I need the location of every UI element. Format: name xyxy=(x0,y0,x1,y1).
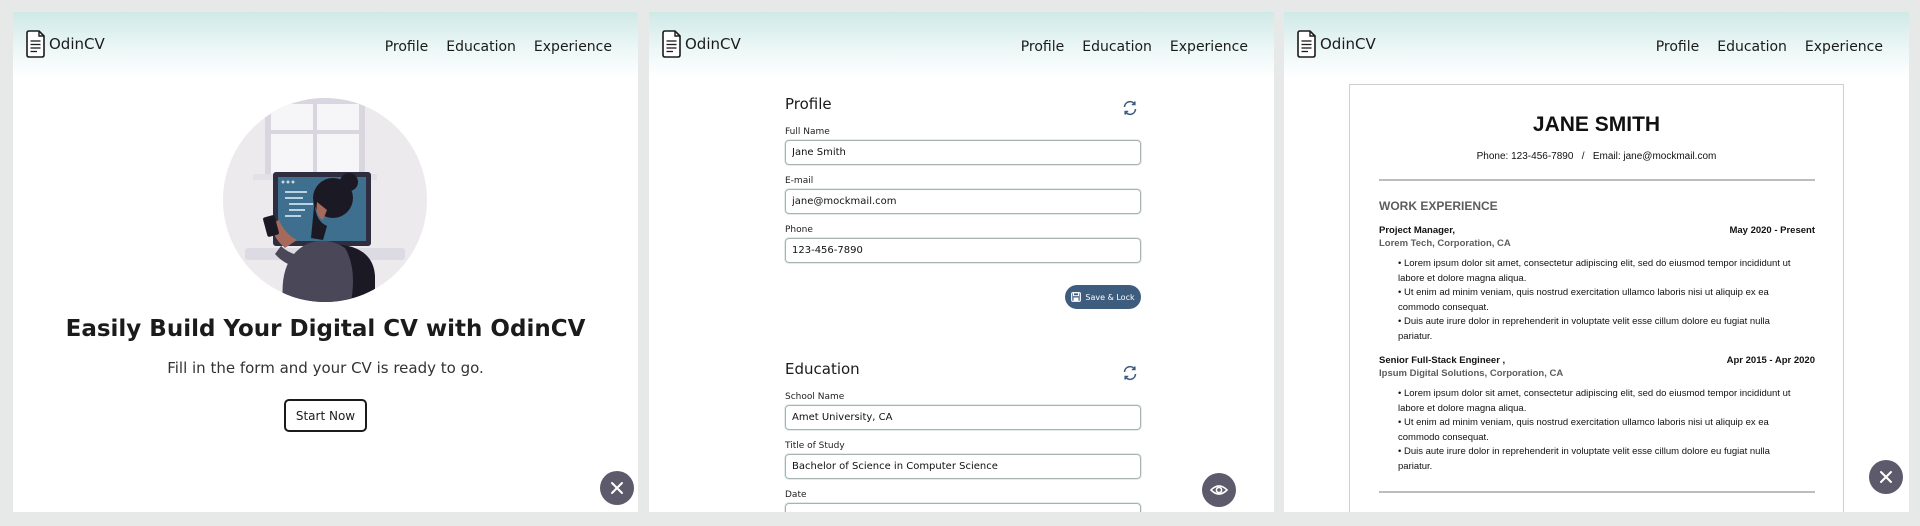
nav-profile[interactable]: Profile xyxy=(385,39,429,55)
logo-text: OdinCV xyxy=(49,35,105,53)
start-now-button[interactable]: Start Now xyxy=(284,399,367,432)
education-form: Education School Name Title of Study Dat… xyxy=(785,360,1141,512)
title-of-study-label: Title of Study xyxy=(785,441,845,451)
nav-education[interactable]: Education xyxy=(1082,39,1152,55)
developer-illustration xyxy=(245,98,405,302)
landing-panel: OdinCV Profile Education Experience Easi… xyxy=(13,12,638,512)
nav-experience[interactable]: Experience xyxy=(1805,39,1883,55)
refresh-icon[interactable] xyxy=(1121,99,1139,117)
refresh-icon[interactable] xyxy=(1121,364,1139,382)
close-button[interactable] xyxy=(600,471,634,505)
logo[interactable]: OdinCV xyxy=(661,30,741,58)
save-icon xyxy=(1071,292,1082,302)
bullet-item: • Lorem ipsum dolor sit amet, consectetu… xyxy=(1398,388,1791,414)
eye-icon xyxy=(1210,485,1228,495)
preview-panel: OdinCV Profile Education Experience JANE… xyxy=(1284,12,1909,512)
logo[interactable]: OdinCV xyxy=(25,30,105,58)
nav-education[interactable]: Education xyxy=(1717,39,1787,55)
close-button[interactable] xyxy=(1869,460,1903,494)
main-nav: Profile Education Experience xyxy=(385,39,612,55)
phone-field[interactable] xyxy=(785,238,1141,263)
save-lock-button[interactable]: Save & Lock xyxy=(1065,285,1141,309)
bullet-item: • Duis aute irure dolor in reprehenderit… xyxy=(1398,316,1770,342)
nav-profile[interactable]: Profile xyxy=(1021,39,1065,55)
email-field[interactable] xyxy=(785,189,1141,214)
header: OdinCV Profile Education Experience xyxy=(13,12,638,78)
header: OdinCV Profile Education Experience xyxy=(1284,12,1909,78)
hero-illustration xyxy=(223,98,427,302)
job-company: Ipsum Digital Solutions, Corporation, CA xyxy=(1379,368,1564,379)
job-date: Apr 2015 - Apr 2020 xyxy=(1726,355,1815,366)
close-icon xyxy=(611,482,623,494)
hero-title: Easily Build Your Digital CV with OdinCV xyxy=(65,316,586,342)
resume-document: JANE SMITH Phone: 123-456-7890 / Email: … xyxy=(1349,84,1844,512)
job-bullets: • Lorem ipsum dolor sit amet, consectetu… xyxy=(1398,387,1798,474)
logo-text: OdinCV xyxy=(685,35,741,53)
bullet-item: • Lorem ipsum dolor sit amet, consectetu… xyxy=(1398,258,1791,284)
phone-label: Phone xyxy=(785,225,813,235)
form-panel: OdinCV Profile Education Experience Prof… xyxy=(649,12,1274,512)
job-title: Project Manager, xyxy=(1379,225,1456,236)
nav-experience[interactable]: Experience xyxy=(534,39,612,55)
preview-button[interactable] xyxy=(1202,473,1236,507)
logo[interactable]: OdinCV xyxy=(1296,30,1376,58)
job-company: Lorem Tech, Corporation, CA xyxy=(1379,238,1511,249)
hero-subtitle: Fill in the form and your CV is ready to… xyxy=(167,359,484,377)
school-name-label: School Name xyxy=(785,392,845,402)
main-nav: Profile Education Experience xyxy=(1021,39,1248,55)
full-name-label: Full Name xyxy=(785,127,830,137)
job-title: Senior Full-Stack Engineer , xyxy=(1379,355,1506,366)
title-of-study-field[interactable] xyxy=(785,454,1141,479)
document-icon xyxy=(1297,30,1316,58)
bullet-item: • Ut enim ad minim veniam, quis nostrud … xyxy=(1398,417,1769,443)
main-nav: Profile Education Experience xyxy=(1656,39,1883,55)
close-icon xyxy=(1880,471,1892,483)
bullet-item: • Ut enim ad minim veniam, quis nostrud … xyxy=(1398,287,1769,313)
document-icon xyxy=(662,30,681,58)
work-experience-heading: WORK EXPERIENCE xyxy=(1379,199,1498,213)
profile-form: Profile Full Name E-mail Phone Save & Lo… xyxy=(785,95,1141,325)
bullet-item: • Duis aute irure dolor in reprehenderit… xyxy=(1398,446,1770,472)
document-icon xyxy=(26,30,45,58)
resume-name: JANE SMITH xyxy=(1532,113,1661,136)
profile-form-title: Profile xyxy=(785,95,832,113)
job-bullets: • Lorem ipsum dolor sit amet, consectetu… xyxy=(1398,257,1798,344)
date-field[interactable] xyxy=(785,503,1141,512)
nav-education[interactable]: Education xyxy=(446,39,516,55)
divider xyxy=(1379,179,1815,181)
full-name-field[interactable] xyxy=(785,140,1141,165)
save-lock-label: Save & Lock xyxy=(1085,292,1135,302)
resume-contact: Phone: 123-456-7890 / Email: jane@mockma… xyxy=(1476,151,1717,162)
date-label: Date xyxy=(785,490,807,500)
nav-experience[interactable]: Experience xyxy=(1170,39,1248,55)
logo-text: OdinCV xyxy=(1320,35,1376,53)
divider xyxy=(1379,491,1815,493)
header: OdinCV Profile Education Experience xyxy=(649,12,1274,78)
education-form-title: Education xyxy=(785,360,860,378)
school-name-field[interactable] xyxy=(785,405,1141,430)
email-label: E-mail xyxy=(785,176,814,186)
job-date: May 2020 - Present xyxy=(1729,225,1815,236)
nav-profile[interactable]: Profile xyxy=(1656,39,1700,55)
